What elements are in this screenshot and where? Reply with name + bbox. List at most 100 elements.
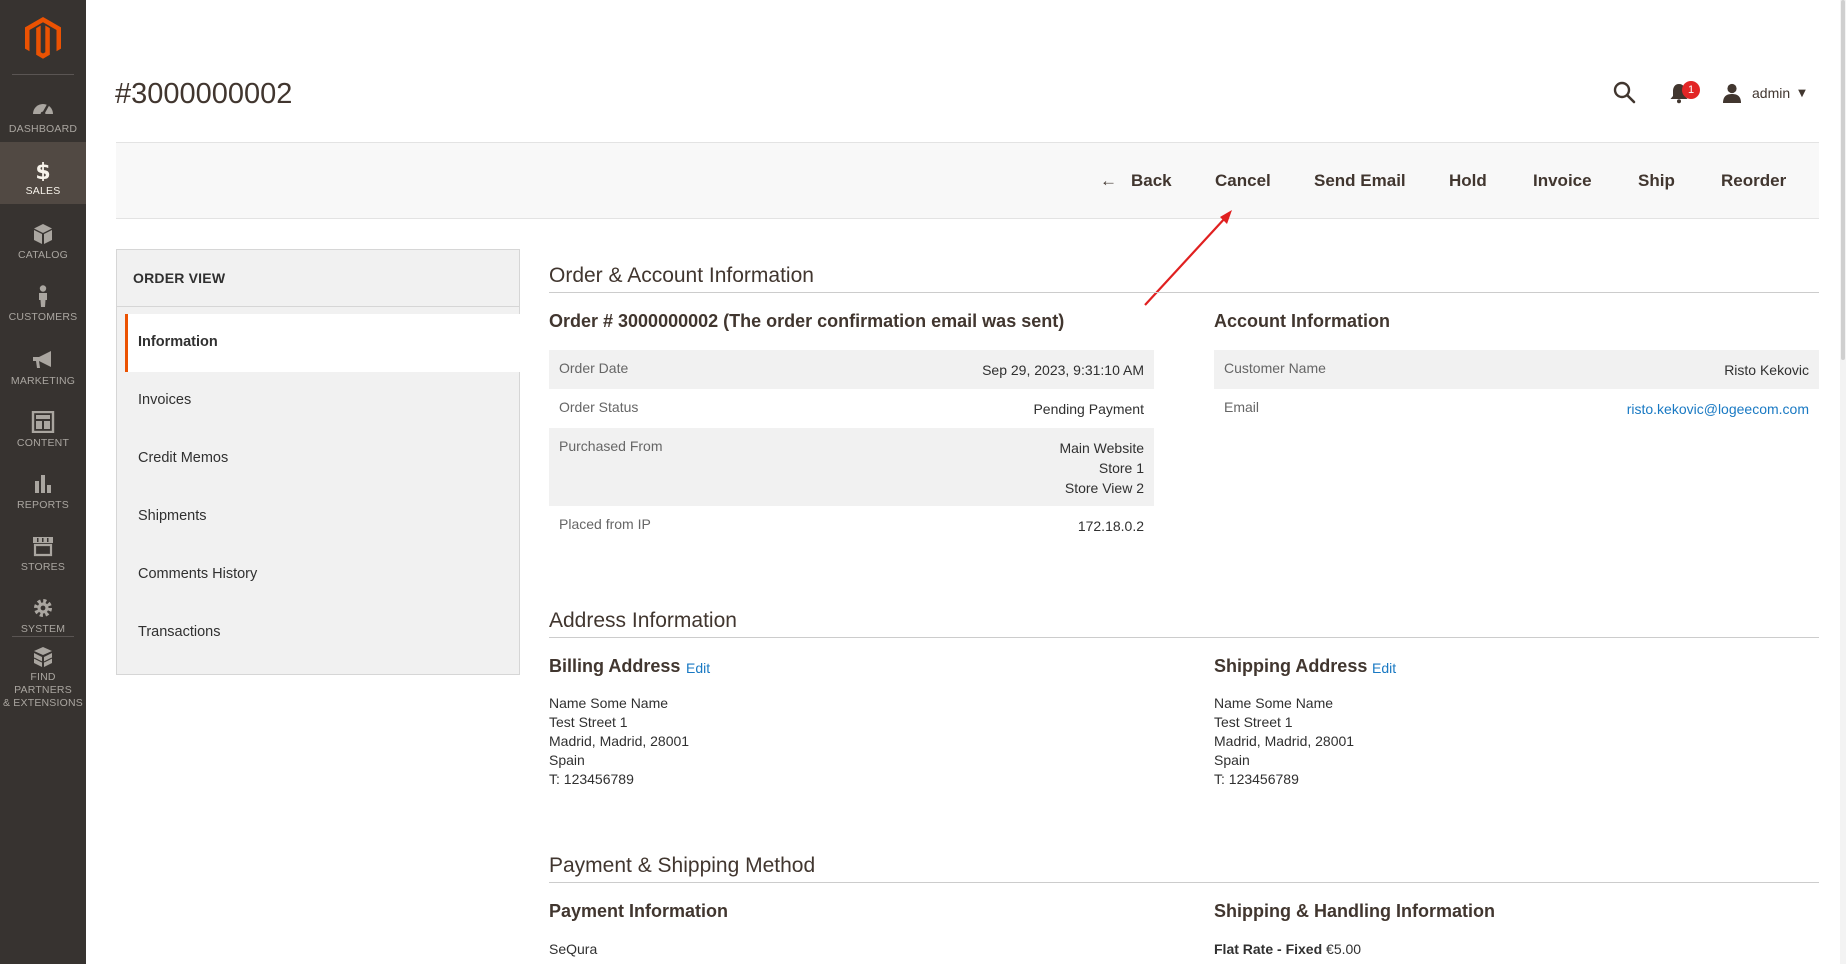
tab-shipments[interactable]: Shipments [125, 488, 519, 546]
section-title-order-account: Order & Account Information [549, 264, 814, 287]
table-row: Order Status Pending Payment [549, 389, 1154, 428]
send-email-button[interactable]: Send Email [1314, 171, 1406, 191]
menu-label-reports: REPORTS [17, 499, 69, 511]
email-label: Email [1224, 399, 1260, 415]
chevron-down-icon: ▼ [1798, 87, 1806, 99]
magento-logo[interactable] [0, 10, 86, 66]
address-line: Spain [549, 752, 585, 768]
divider [549, 292, 1819, 293]
ship-button[interactable]: Ship [1638, 171, 1675, 191]
table-row: Purchased From Main Website Store 1 Stor… [549, 428, 1154, 506]
tab-invoices[interactable]: Invoices [125, 372, 519, 430]
section-title-payment-shipping: Payment & Shipping Method [549, 854, 816, 877]
notifications-count-badge: 1 [1682, 81, 1700, 99]
menu-item-marketing[interactable]: MARKETING [0, 332, 86, 394]
tab-label: Transactions [138, 624, 221, 640]
table-row: Customer Name Risto Kekovic [1214, 350, 1819, 389]
table-row: Order Date Sep 29, 2023, 9:31:10 AM [549, 350, 1154, 389]
menu-label-marketing: MARKETING [10, 375, 76, 387]
menu-label-dashboard: DASHBOARD [8, 123, 78, 135]
search-icon [1613, 81, 1636, 104]
annotation-arrow [1144, 210, 1232, 306]
invoice-button[interactable]: Invoice [1533, 171, 1592, 191]
scrollbar-thumb[interactable] [1841, 0, 1845, 360]
billing-address-title: Billing Address [549, 656, 681, 676]
edit-shipping-address-link[interactable]: Edit [1372, 660, 1396, 676]
menu-item-system[interactable]: SYSTEM [0, 580, 86, 642]
tab-label: Shipments [138, 508, 207, 524]
payment-info-title: Payment Information [549, 901, 729, 921]
menu-label-sales: SALES [25, 185, 61, 197]
account-info-table: Customer Name Risto Kekovic Email risto.… [1214, 350, 1819, 428]
menu-label-customers: CUSTOMERS [8, 311, 78, 323]
menu-item-sales[interactable]: $ SALES [0, 142, 86, 204]
menu-item-reports[interactable]: REPORTS [0, 456, 86, 518]
table-row: Email risto.kekovic@logeecom.com [1214, 389, 1819, 428]
customer-email-link[interactable]: risto.kekovic@logeecom.com [1627, 399, 1809, 419]
menu-label-system: SYSTEM [20, 623, 66, 635]
menu-label-catalog: CATALOG [17, 249, 69, 261]
tab-information[interactable]: Information [125, 314, 522, 372]
storefront-icon [33, 537, 53, 557]
tab-label: Information [138, 334, 218, 350]
menu-divider [12, 636, 74, 637]
admin-user-menu[interactable]: admin ▼ [1722, 82, 1806, 104]
page-title: #3000000002 [115, 78, 293, 110]
global-search-button[interactable] [1612, 80, 1636, 104]
cancel-button[interactable]: Cancel [1215, 171, 1271, 191]
divider [549, 882, 1819, 883]
back-button-label: Back [1131, 171, 1172, 190]
edit-billing-address-link[interactable]: Edit [686, 660, 710, 676]
billing-address: Name Some Name Test Street 1 Madrid, Mad… [549, 694, 689, 789]
address-line: Name Some Name [549, 695, 669, 711]
section-title-address: Address Information [549, 609, 737, 632]
hold-button[interactable]: Hold [1449, 171, 1487, 191]
svg-text:$: $ [35, 160, 50, 181]
menu-item-stores[interactable]: STORES [0, 518, 86, 580]
tab-comments-history[interactable]: Comments History [125, 546, 519, 604]
menu-divider [12, 74, 74, 75]
reorder-button[interactable]: Reorder [1721, 171, 1786, 191]
order-status-value: Pending Payment [1033, 401, 1144, 417]
placed-from-ip-value: 172.18.0.2 [1077, 518, 1144, 534]
order-title: Order # 3000000002 (The order confirmati… [549, 311, 1065, 331]
menu-item-dashboard[interactable]: DASHBOARD [0, 80, 86, 142]
address-line: Test Street 1 [549, 714, 628, 730]
menu-item-find-partners[interactable]: FIND PARTNERS & EXTENSIONS [0, 638, 86, 710]
website-name: Main Website [1059, 440, 1144, 456]
menu-label-content: CONTENT [16, 437, 70, 449]
shipping-price: €5.00 [1326, 941, 1362, 957]
table-row: Placed from IP 172.18.0.2 [549, 506, 1154, 545]
account-info-title: Account Information [1214, 311, 1390, 331]
divider [549, 637, 1819, 638]
dollar-icon: $ [35, 160, 50, 181]
tab-transactions[interactable]: Transactions [125, 604, 519, 662]
tab-label: Comments History [138, 566, 258, 582]
purchased-from-value: Main Website Store 1 Store View 2 [1059, 438, 1144, 498]
menu-item-content[interactable]: CONTENT [0, 394, 86, 456]
magento-logo-icon [25, 17, 61, 59]
address-line: T: 123456789 [549, 771, 634, 787]
order-status-label: Order Status [559, 399, 639, 415]
arrow-left-icon: ← [1100, 171, 1117, 190]
shipping-method-name: Flat Rate - Fixed [1214, 941, 1323, 957]
bar-chart-icon [35, 475, 51, 493]
customer-name-value: Risto Kekovic [1724, 362, 1809, 378]
divider [117, 306, 519, 307]
customer-name-label: Customer Name [1224, 360, 1326, 376]
admin-username: admin [1752, 85, 1791, 101]
menu-item-customers[interactable]: CUSTOMERS [0, 268, 86, 330]
purchased-from-label: Purchased From [559, 438, 663, 454]
admin-menu: DASHBOARD $ SALES CATALOG CUSTOMERS MARK… [0, 0, 86, 964]
box-icon [34, 224, 52, 244]
menu-item-catalog[interactable]: CATALOG [0, 206, 86, 268]
store-view-name: Store View 2 [1064, 480, 1144, 496]
back-button[interactable]: ← Back [1100, 171, 1172, 191]
address-line: Name Some Name [1214, 695, 1334, 711]
shipping-address: Name Some Name Test Street 1 Madrid, Mad… [1214, 694, 1354, 789]
placed-from-ip-label: Placed from IP [559, 516, 651, 532]
blocks-icon [33, 647, 53, 667]
tab-credit-memos[interactable]: Credit Memos [125, 430, 519, 488]
address-line: Madrid, Madrid, 28001 [549, 733, 690, 749]
address-line: Madrid, Madrid, 28001 [1214, 733, 1355, 749]
